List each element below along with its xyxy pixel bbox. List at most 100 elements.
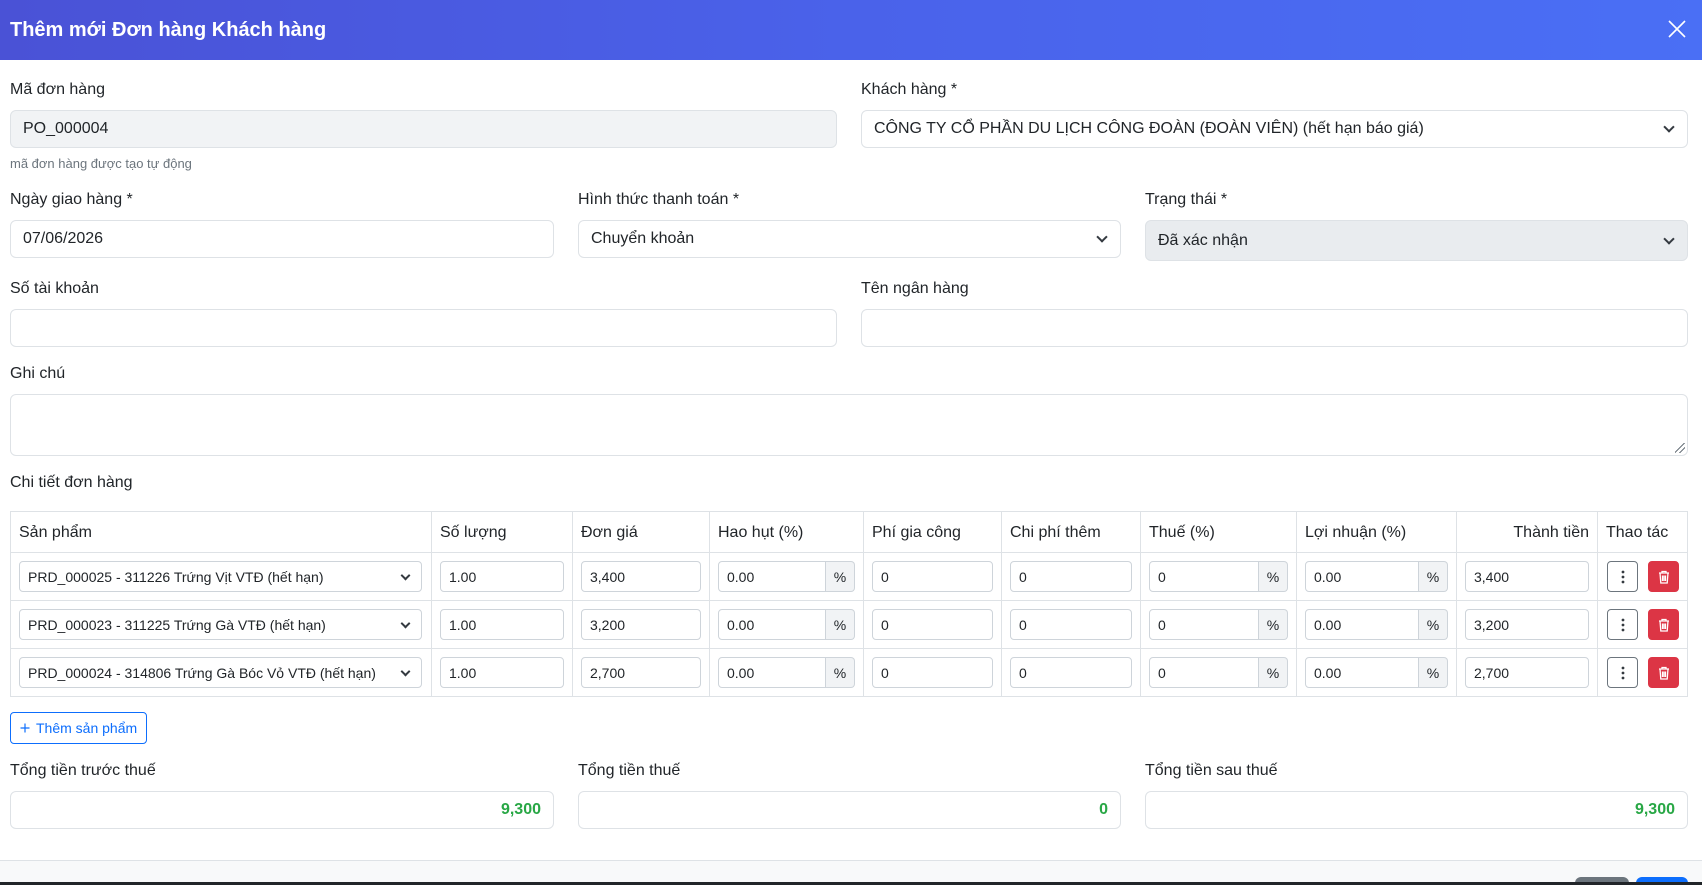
price-input[interactable]: 3,400	[581, 561, 701, 592]
processing-value: 0	[881, 664, 889, 681]
payment-label: Hình thức thanh toán *	[578, 191, 740, 208]
product-select[interactable]: PRD_000024 - 314806 Trứng Gà Bóc Vỏ VTĐ …	[19, 657, 422, 688]
status-select[interactable]: Đã xác nhận	[1145, 220, 1688, 261]
extra-value: 0	[1019, 616, 1027, 633]
note-label: Ghi chú	[10, 365, 66, 382]
table-row: PRD_000024 - 314806 Trứng Gà Bóc Vỏ VTĐ …	[10, 649, 1688, 697]
total-value: 3,200	[1474, 616, 1510, 633]
before-tax-field[interactable]: 9,300	[10, 791, 554, 829]
delete-button[interactable]	[1648, 609, 1679, 640]
status-value: Đã xác nhận	[1158, 231, 1248, 249]
profit-value: 0.00	[1314, 664, 1342, 681]
qty-value: 1.00	[449, 616, 477, 633]
extra-input[interactable]: 0	[1010, 561, 1132, 592]
product-value: PRD_000024 - 314806 Trứng Gà Bóc Vỏ VTĐ …	[28, 664, 376, 681]
product-select[interactable]: PRD_000023 - 311225 Trứng Gà VTĐ (hết hạ…	[19, 609, 422, 640]
before-tax-label: Tổng tiền trước thuế	[10, 762, 156, 779]
product-value: PRD_000023 - 311225 Trứng Gà VTĐ (hết hạ…	[28, 616, 326, 633]
total-input[interactable]: 3,400	[1465, 561, 1589, 592]
note-textarea[interactable]	[10, 394, 1688, 456]
extra-value: 0	[1019, 664, 1027, 681]
col-actions: Thao tác	[1597, 512, 1687, 554]
order-code-field[interactable]: PO_000004	[10, 110, 837, 148]
percent-addon: %	[826, 657, 855, 688]
qty-input[interactable]: 1.00	[440, 609, 564, 640]
modal-title: Thêm mới Đơn hàng Khách hàng	[10, 18, 327, 41]
profit-value: 0.00	[1314, 568, 1342, 585]
price-input[interactable]: 3,200	[581, 609, 701, 640]
after-tax-field[interactable]: 9,300	[1145, 791, 1688, 829]
loss-value: 0.00	[727, 664, 755, 681]
more-button[interactable]	[1607, 657, 1638, 688]
tax-value: 0	[1158, 568, 1166, 585]
loss-input[interactable]: 0.00	[718, 657, 826, 688]
product-select[interactable]: PRD_000025 - 311226 Trứng Vịt VTĐ (hết h…	[19, 561, 422, 592]
add-product-button[interactable]: Thêm sản phẩm	[10, 712, 148, 744]
bank-input[interactable]	[861, 309, 1688, 347]
customer-label: Khách hàng *	[861, 81, 958, 98]
account-input[interactable]	[10, 309, 837, 347]
payment-select[interactable]: Chuyển khoản	[578, 220, 1121, 258]
customer-select[interactable]: CÔNG TY CỔ PHẦN DU LỊCH CÔNG ĐOÀN (ĐOÀN …	[861, 110, 1688, 148]
percent-addon: %	[1259, 657, 1288, 688]
delivery-date-value: 07/06/2026	[23, 230, 104, 247]
profit-input[interactable]: 0.00	[1305, 561, 1419, 592]
total-value: 3,400	[1474, 568, 1510, 585]
after-tax-label: Tổng tiền sau thuế	[1145, 762, 1278, 779]
tax-input[interactable]: 0	[1149, 609, 1259, 640]
col-price: Đơn giá	[572, 512, 709, 554]
more-vertical-icon	[1621, 618, 1624, 631]
qty-value: 1.00	[449, 568, 477, 585]
processing-input[interactable]: 0	[872, 657, 993, 688]
qty-input[interactable]: 1.00	[440, 561, 564, 592]
resize-grip-icon[interactable]	[1675, 443, 1685, 453]
account-label: Số tài khoản	[10, 280, 99, 297]
trash-icon	[1658, 570, 1669, 584]
status-label: Trạng thái *	[1145, 191, 1228, 208]
price-input[interactable]: 2,700	[581, 657, 701, 688]
percent-addon: %	[1419, 561, 1448, 592]
extra-value: 0	[1019, 568, 1027, 585]
col-product: Sản phẩm	[19, 524, 92, 541]
profit-input[interactable]: 0.00	[1305, 609, 1419, 640]
add-product-label: Thêm sản phẩm	[36, 720, 138, 736]
processing-input[interactable]: 0	[872, 609, 993, 640]
col-profit: Lợi nhuận (%)	[1296, 512, 1456, 554]
col-processing: Phí gia công	[863, 512, 1001, 554]
more-button[interactable]	[1607, 609, 1638, 640]
processing-input[interactable]: 0	[872, 561, 993, 592]
tax-total-value: 0	[1099, 801, 1108, 818]
total-input[interactable]: 2,700	[1465, 657, 1589, 688]
more-button[interactable]	[1607, 561, 1638, 592]
bank-label: Tên ngân hàng	[861, 280, 969, 297]
loss-input[interactable]: 0.00	[718, 609, 826, 640]
total-input[interactable]: 3,200	[1465, 609, 1589, 640]
chevron-down-icon	[1663, 232, 1675, 245]
delete-button[interactable]	[1648, 657, 1679, 688]
profit-input[interactable]: 0.00	[1305, 657, 1419, 688]
tax-input[interactable]: 0	[1149, 561, 1259, 592]
loss-input[interactable]: 0.00	[718, 561, 826, 592]
chevron-down-icon	[400, 666, 411, 676]
col-qty: Số lượng	[431, 512, 572, 554]
loss-value: 0.00	[727, 568, 755, 585]
chevron-down-icon	[400, 570, 411, 580]
percent-addon: %	[826, 609, 855, 640]
tax-value: 0	[1158, 616, 1166, 633]
chevron-down-icon	[1096, 231, 1108, 243]
delivery-date-input[interactable]: 07/06/2026	[10, 220, 554, 258]
processing-value: 0	[881, 616, 889, 633]
tax-input[interactable]: 0	[1149, 657, 1259, 688]
order-code-value: PO_000004	[23, 120, 109, 137]
delivery-date-label: Ngày giao hàng *	[10, 191, 133, 208]
extra-input[interactable]: 0	[1010, 657, 1132, 688]
close-button[interactable]	[1662, 14, 1692, 44]
tax-total-field[interactable]: 0	[578, 791, 1121, 829]
processing-value: 0	[881, 568, 889, 585]
tax-value: 0	[1158, 664, 1166, 681]
percent-addon: %	[826, 561, 855, 592]
delete-button[interactable]	[1648, 561, 1679, 592]
extra-input[interactable]: 0	[1010, 609, 1132, 640]
qty-input[interactable]: 1.00	[440, 657, 564, 688]
loss-value: 0.00	[727, 616, 755, 633]
